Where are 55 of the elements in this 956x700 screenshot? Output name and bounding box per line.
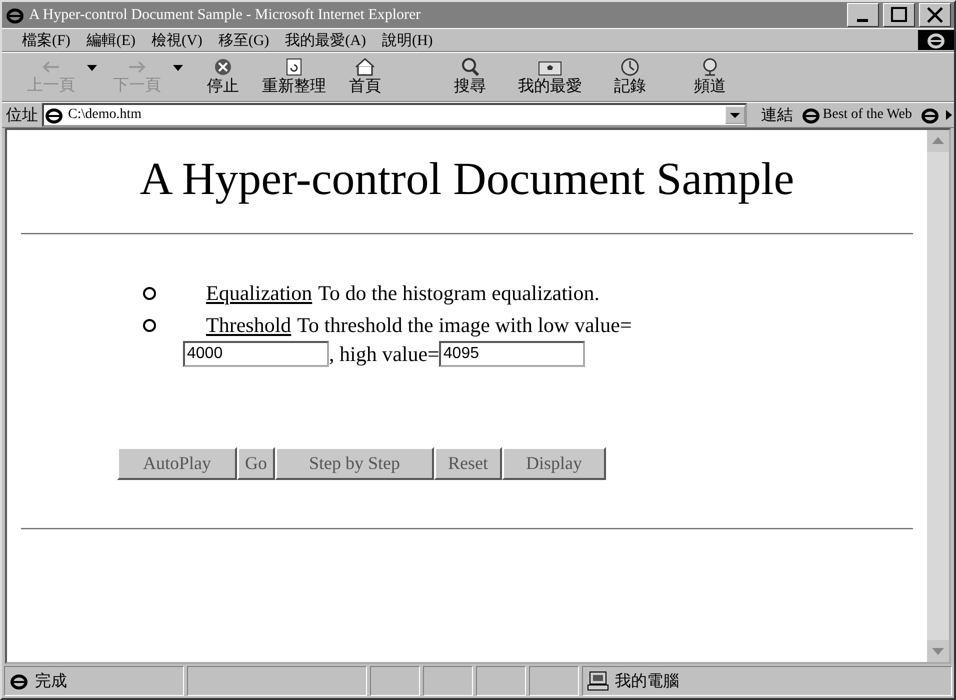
menu-item[interactable]: 檔案(F) xyxy=(14,28,78,52)
status-pane xyxy=(476,666,526,696)
maximize-icon[interactable] xyxy=(883,3,915,27)
status-pane xyxy=(423,666,473,696)
action-button[interactable]: Reset xyxy=(434,447,502,480)
browser-icon xyxy=(9,672,29,690)
toolbar-button[interactable]: 首頁 xyxy=(330,56,400,98)
action-button[interactable]: Step by Step xyxy=(275,447,434,480)
browser-icon xyxy=(800,106,821,124)
menu-item[interactable]: 說明(H) xyxy=(374,28,441,52)
action-button[interactable]: Display xyxy=(502,447,606,480)
menu-item[interactable]: 移至(G) xyxy=(210,28,278,52)
clock-icon xyxy=(619,58,641,76)
menu-item[interactable]: 檢視(V) xyxy=(144,28,210,52)
low-value-field[interactable]: 4000 xyxy=(183,341,329,367)
search-icon xyxy=(459,58,481,76)
link-button[interactable]: Best of the Web xyxy=(796,104,916,126)
link[interactable]: Equalization xyxy=(206,280,312,306)
address-label: 位址 xyxy=(6,106,38,126)
browser-icon xyxy=(920,106,940,124)
close-icon[interactable] xyxy=(919,3,951,27)
window-title: A Hyper-control Document Sample - Microsoft Internet Explorer xyxy=(29,6,422,24)
computer-icon xyxy=(587,671,609,691)
status-pane xyxy=(370,666,420,696)
toolbar-button[interactable]: 記錄 xyxy=(590,56,670,98)
address-field[interactable]: C:\demo.htm xyxy=(42,103,747,127)
refresh-icon xyxy=(285,58,303,76)
toolbar-button[interactable]: 頻道 xyxy=(670,56,750,98)
home-icon xyxy=(354,58,376,76)
action-button[interactable]: Go xyxy=(237,447,276,480)
toolbar-button[interactable]: 搜尋 xyxy=(430,56,510,98)
browser-icon xyxy=(5,6,25,24)
toolbar-button[interactable]: 停止 xyxy=(188,56,258,98)
links-label: 連結 xyxy=(760,106,793,126)
page-heading: A Hyper-control Document Sample xyxy=(138,152,796,205)
chevron-icon[interactable] xyxy=(944,109,954,121)
minimize-icon[interactable] xyxy=(847,3,879,27)
item-description: To threshold the image with low value= xyxy=(297,312,632,338)
toolbar-button[interactable]: 重新整理 xyxy=(258,56,330,98)
field-label: , high value= xyxy=(329,342,440,366)
browser-icon xyxy=(44,106,64,124)
high-value-field[interactable]: 4095 xyxy=(439,341,586,367)
bullet-icon xyxy=(143,286,156,300)
menu-item[interactable]: 我的最愛(A) xyxy=(277,28,374,52)
status-pane xyxy=(529,666,579,696)
menu-item[interactable]: 編輯(E) xyxy=(78,28,144,52)
stop-icon xyxy=(213,58,233,76)
status-text: 完成 xyxy=(35,672,67,692)
bullet-icon xyxy=(143,318,156,332)
zone-text: 我的電腦 xyxy=(615,672,679,692)
dropdown-icon[interactable] xyxy=(724,106,745,124)
action-button[interactable]: AutoPlay xyxy=(117,447,238,480)
link[interactable]: Threshold xyxy=(206,312,292,338)
item-description: To do the histogram equalization. xyxy=(318,280,600,306)
toolbar-button[interactable]: 我的最愛 xyxy=(510,56,590,98)
